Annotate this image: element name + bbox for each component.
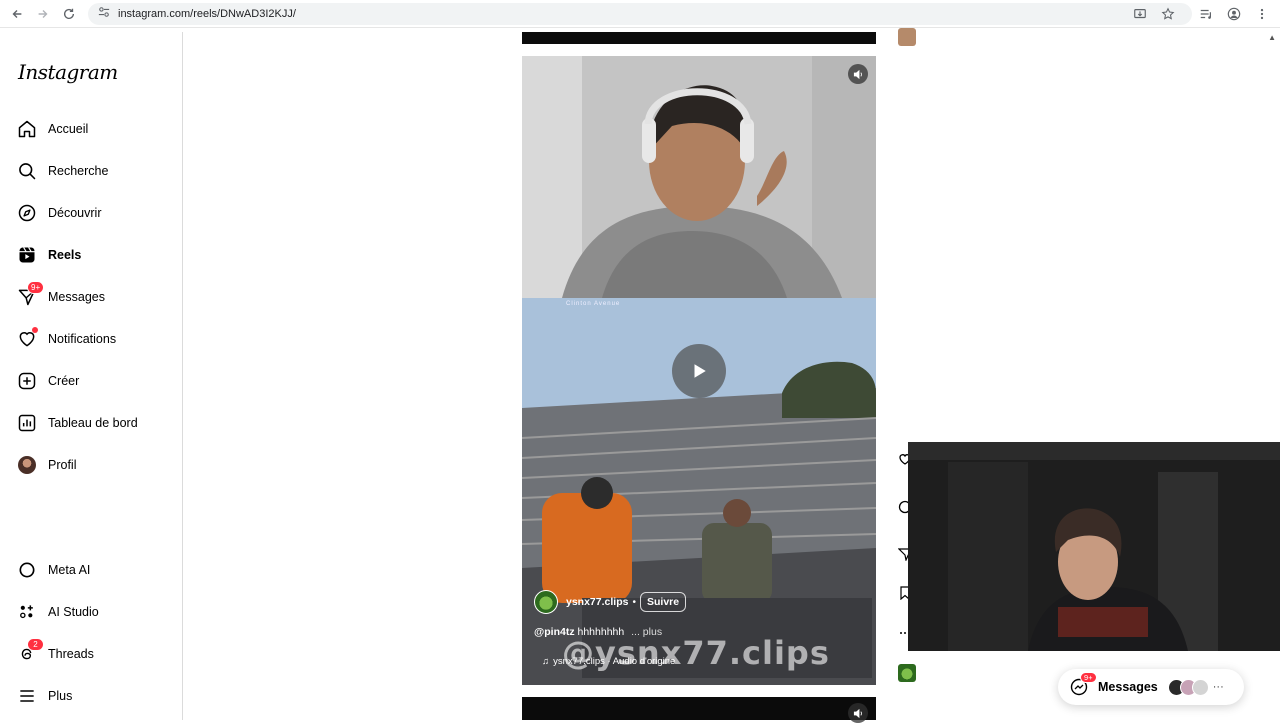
previous-reel-audio-avatar[interactable]	[898, 28, 916, 46]
media-control-icon[interactable]	[1194, 2, 1218, 26]
url-text[interactable]: instagram.com/reels/DNwAD3I2KJJ/	[118, 8, 296, 20]
play-button[interactable]	[672, 344, 726, 398]
menu-icon	[16, 685, 38, 707]
sidebar-item-reels[interactable]: Reels	[16, 240, 176, 270]
sidebar-item-label: Reels	[48, 248, 82, 262]
messenger-icon: 9+	[1070, 672, 1097, 696]
sidebar-item-label: Recherche	[48, 164, 109, 178]
webcam-overlay	[908, 442, 1280, 651]
sidebar-item-label: Meta AI	[48, 563, 91, 577]
caption-more-link[interactable]: ... plus	[631, 626, 662, 638]
notification-dot	[32, 327, 38, 333]
mute-button[interactable]	[848, 64, 868, 84]
avatar	[18, 456, 36, 474]
address-bar[interactable]: instagram.com/reels/DNwAD3I2KJJ/	[88, 3, 1192, 25]
search-icon	[16, 160, 38, 182]
sidebar-item-label: Créer	[48, 374, 80, 388]
sidebar-item-label: Messages	[48, 290, 105, 304]
sidebar-item-decouvrir[interactable]: Découvrir	[16, 198, 176, 228]
sidebar-item-creer[interactable]: Créer	[16, 366, 176, 396]
webcam-person-image	[908, 442, 1280, 651]
audio-label: ysnx77.clips · Audio d'origine	[553, 656, 676, 667]
author-avatar[interactable]	[534, 590, 558, 614]
sidebar-item-notifications[interactable]: Notifications	[16, 324, 176, 354]
messages-pill-badge: 9+	[1080, 672, 1097, 683]
sidebar-item-label: Accueil	[48, 122, 89, 136]
reel-thumbnail-image	[522, 56, 876, 298]
caption-mention[interactable]: @pin4tz	[534, 626, 575, 638]
sidebar-item-meta-ai[interactable]: Meta AI	[16, 555, 176, 585]
sign-text: Clinton Avenue	[566, 301, 621, 307]
sidebar-item-threads[interactable]: 2 Threads	[16, 638, 176, 669]
threads-icon: 2	[16, 638, 44, 665]
forward-icon[interactable]	[30, 0, 56, 28]
chrome-menu-icon[interactable]	[1250, 2, 1274, 26]
speaker-icon	[853, 69, 862, 79]
speaker-icon	[853, 708, 862, 718]
more-contacts-icon: ···	[1212, 681, 1224, 693]
sidebar-item-messages[interactable]: 9+ Messages	[16, 281, 176, 312]
caption-text: hhhhhhhh	[577, 626, 625, 638]
sidebar-item-accueil[interactable]: Accueil	[16, 114, 176, 144]
reel-audio[interactable]: ♫ ysnx77.clips · Audio d'origine	[542, 656, 675, 667]
scroll-up-arrow-icon[interactable]: ▲	[1268, 33, 1276, 42]
sidebar-item-plus[interactable]: Plus	[16, 681, 176, 711]
meta-ai-icon	[16, 559, 38, 581]
back-icon[interactable]	[4, 0, 30, 28]
sidebar-item-label: Découvrir	[48, 206, 102, 220]
sidebar-item-label: Plus	[48, 689, 73, 703]
site-settings-icon[interactable]	[98, 5, 110, 23]
sidebar-item-label: Profil	[48, 458, 77, 472]
threads-badge: 2	[27, 638, 44, 651]
profile-icon[interactable]	[1222, 2, 1246, 26]
sidebar-item-label: Threads	[48, 647, 94, 661]
music-note-icon: ♫	[542, 656, 550, 667]
sidebar-item-recherche[interactable]: Recherche	[16, 156, 176, 186]
reel-video-current[interactable]: Clinton Avenue @ysnx77.clips ysnx77.clip…	[522, 298, 876, 685]
audio-avatar[interactable]	[898, 664, 916, 682]
heart-icon	[16, 327, 38, 350]
sidebar-item-tableau-de-bord[interactable]: Tableau de bord	[16, 408, 176, 438]
browser-toolbar: instagram.com/reels/DNwAD3I2KJJ/	[0, 0, 1280, 28]
recent-contacts	[1167, 678, 1209, 696]
install-app-icon[interactable]	[1128, 2, 1152, 26]
follow-button[interactable]: Suivre	[639, 592, 687, 612]
messenger-icon: 9+	[16, 281, 45, 308]
sidebar-item-label: Tableau de bord	[48, 416, 138, 430]
mute-button-next[interactable]	[848, 703, 868, 723]
messages-badge: 9+	[27, 281, 45, 294]
ai-studio-icon	[16, 601, 38, 623]
messages-floating-button[interactable]: 9+ Messages ···	[1058, 669, 1244, 705]
sidebar-item-label: AI Studio	[48, 605, 99, 619]
reel-caption: @pin4tz hhhhhhhh ... plus	[534, 626, 662, 638]
reels-icon	[16, 244, 38, 266]
messages-pill-label: Messages	[1098, 680, 1158, 694]
sidebar-item-profil[interactable]: Profil	[16, 450, 176, 480]
dashboard-icon	[16, 412, 38, 434]
home-icon	[16, 118, 38, 140]
bookmark-star-icon[interactable]	[1156, 2, 1180, 26]
reel-author: ysnx77.clips • Suivre	[534, 590, 687, 614]
compass-icon	[16, 202, 38, 224]
next-reel[interactable]	[522, 697, 876, 723]
separator: •	[632, 596, 636, 608]
author-username[interactable]: ysnx77.clips	[566, 596, 628, 608]
play-icon	[694, 364, 706, 378]
reel-video-top[interactable]	[522, 56, 876, 298]
sidebar-item-ai-studio[interactable]: AI Studio	[16, 597, 176, 627]
sidebar: Instagram Accueil Recherche Découvrir Re…	[0, 32, 183, 720]
avatar	[1191, 678, 1209, 696]
reload-icon[interactable]	[56, 0, 82, 28]
previous-reel[interactable]	[522, 32, 876, 44]
plus-square-icon	[16, 370, 38, 392]
instagram-logo[interactable]: Instagram	[18, 60, 118, 84]
sidebar-item-label: Notifications	[48, 332, 117, 346]
